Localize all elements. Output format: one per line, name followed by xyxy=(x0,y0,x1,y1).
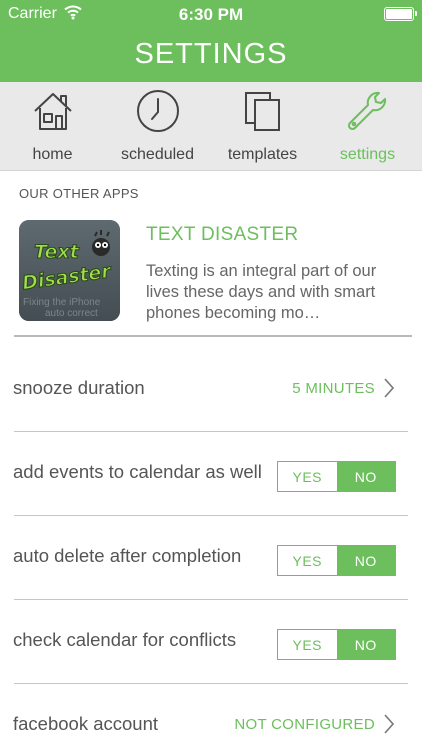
tab-templates-label: templates xyxy=(227,146,298,163)
tab-home-label: home xyxy=(32,146,73,163)
battery-icon xyxy=(384,7,417,21)
app-description: Texting is an integral part of our lives… xyxy=(146,262,377,322)
app-icon-artwork: Text Disaster xyxy=(20,230,114,295)
tab-templates[interactable]: templates xyxy=(210,82,315,171)
page-title: SETTINGS xyxy=(134,38,288,70)
chevron-right-icon xyxy=(383,377,395,399)
app-icon-text-line1: Text xyxy=(34,241,80,263)
row-check-conflicts: check calendar for conflicts YES NO xyxy=(0,600,422,684)
snooze-duration-value: 5 MINUTES xyxy=(292,380,375,397)
check-conflicts-toggle: YES NO xyxy=(277,629,396,660)
row-add-events-calendar: add events to calendar as well YES NO xyxy=(0,432,422,516)
app-icon-text-line2: Disaster xyxy=(21,260,114,294)
tab-settings-label: settings xyxy=(339,146,396,163)
chevron-right-icon xyxy=(383,713,395,735)
section-header-other-apps: OUR OTHER APPS xyxy=(19,186,139,201)
row-auto-delete: auto delete after completion YES NO xyxy=(0,516,422,600)
app-promo-card[interactable]: Fixing the iPhone auto correct Text Disa… xyxy=(0,210,422,337)
add-events-calendar-no-button[interactable]: NO xyxy=(336,462,395,491)
auto-delete-toggle: YES NO xyxy=(277,545,396,576)
tab-scheduled[interactable]: scheduled xyxy=(105,82,210,171)
facebook-account-label: facebook account xyxy=(13,713,159,734)
app-icon-text-disaster[interactable]: Fixing the iPhone auto correct Text Disa… xyxy=(19,220,120,321)
auto-delete-yes-button[interactable]: YES xyxy=(278,546,337,575)
status-bar: Carrier 6:30 PM xyxy=(0,0,422,30)
tab-scheduled-label: scheduled xyxy=(121,146,194,163)
tab-bar: home scheduled templates settings xyxy=(0,82,422,171)
add-events-calendar-yes-button[interactable]: YES xyxy=(278,462,337,491)
snooze-duration-label: snooze duration xyxy=(13,377,145,398)
add-events-calendar-label: add events to calendar as well xyxy=(13,461,262,482)
check-conflicts-no-button[interactable]: NO xyxy=(336,630,395,659)
clock-icon xyxy=(136,89,180,133)
clock-time: 6:30 PM xyxy=(178,5,244,24)
tab-settings[interactable]: settings xyxy=(315,82,420,171)
documents-icon xyxy=(241,89,285,133)
app-name: TEXT DISASTER xyxy=(146,224,299,245)
monster-icon xyxy=(92,230,110,256)
wrench-icon xyxy=(346,89,390,133)
nav-bar: SETTINGS xyxy=(0,30,422,82)
facebook-account-value: NOT CONFIGURED xyxy=(234,716,375,733)
tab-home[interactable]: home xyxy=(0,82,105,171)
auto-delete-label: auto delete after completion xyxy=(13,545,242,566)
divider xyxy=(14,335,412,337)
add-events-calendar-toggle: YES NO xyxy=(277,461,396,492)
auto-delete-no-button[interactable]: NO xyxy=(336,546,395,575)
check-conflicts-label: check calendar for conflicts xyxy=(13,629,237,650)
check-conflicts-yes-button[interactable]: YES xyxy=(278,630,337,659)
row-facebook-account[interactable]: facebook account NOT CONFIGURED xyxy=(0,684,422,750)
row-snooze-duration[interactable]: snooze duration 5 MINUTES xyxy=(0,348,422,432)
house-icon xyxy=(31,89,75,133)
